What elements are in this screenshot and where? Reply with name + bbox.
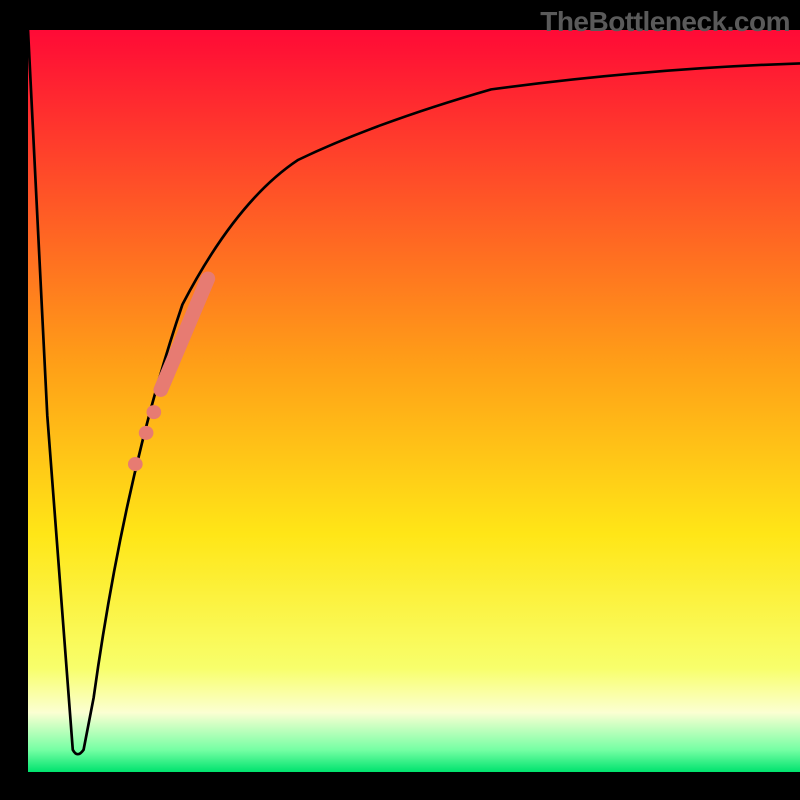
chart-container: TheBottleneck.com <box>0 0 800 800</box>
highlight-dot <box>128 457 143 471</box>
highlight-dot <box>147 405 162 419</box>
plot-area <box>28 30 800 772</box>
watermark-text: TheBottleneck.com <box>540 6 790 38</box>
gradient-background <box>28 30 800 772</box>
chart-svg <box>28 30 800 772</box>
highlight-dot <box>139 426 154 440</box>
